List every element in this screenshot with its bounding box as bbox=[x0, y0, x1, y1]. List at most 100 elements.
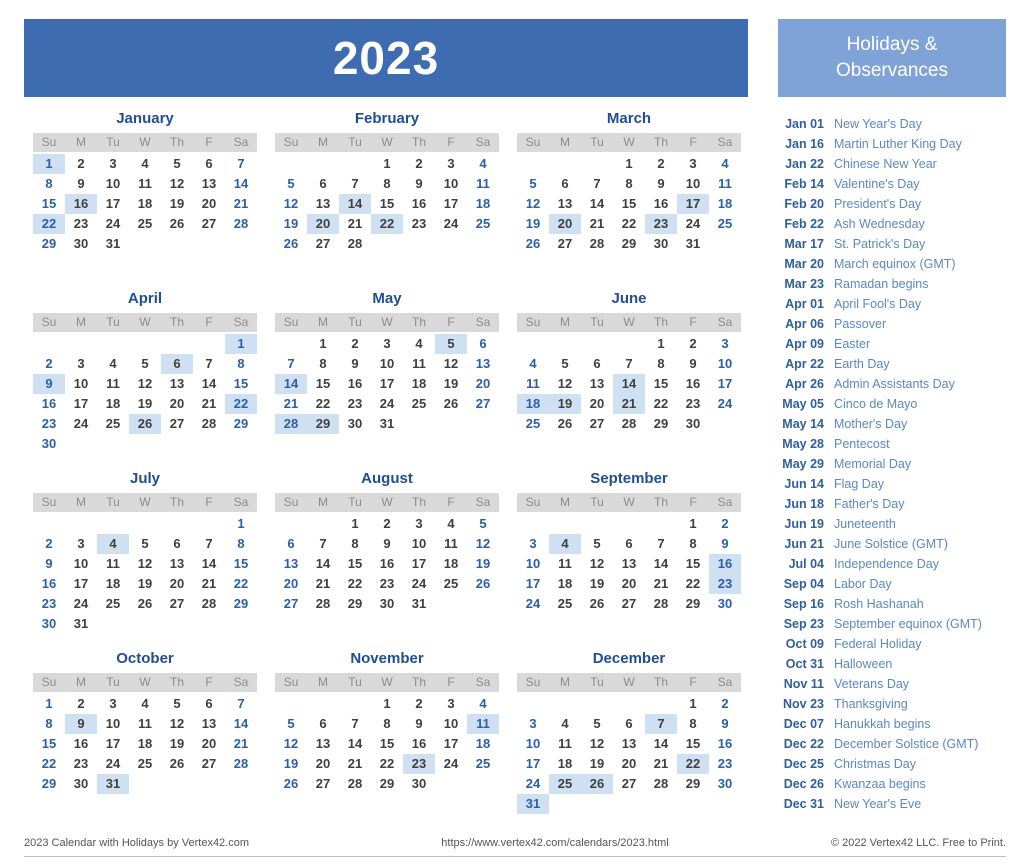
day-cell[interactable]: 21 bbox=[193, 394, 225, 414]
day-cell[interactable]: 30 bbox=[65, 234, 97, 254]
day-cell[interactable]: 1 bbox=[225, 514, 257, 534]
day-cell[interactable]: 7 bbox=[339, 174, 371, 194]
day-cell-holiday[interactable]: 26 bbox=[129, 414, 161, 434]
day-cell[interactable]: 6 bbox=[307, 174, 339, 194]
day-cell[interactable]: 28 bbox=[225, 214, 257, 234]
day-cell[interactable]: 5 bbox=[517, 174, 549, 194]
day-cell-holiday[interactable]: 14 bbox=[613, 374, 645, 394]
day-cell[interactable]: 1 bbox=[371, 694, 403, 714]
day-cell[interactable]: 22 bbox=[225, 574, 257, 594]
day-cell[interactable]: 22 bbox=[307, 394, 339, 414]
day-cell[interactable]: 3 bbox=[677, 154, 709, 174]
day-cell[interactable]: 22 bbox=[677, 574, 709, 594]
day-cell[interactable]: 23 bbox=[403, 214, 435, 234]
day-cell[interactable]: 14 bbox=[645, 554, 677, 574]
day-cell[interactable]: 27 bbox=[467, 394, 499, 414]
day-cell[interactable]: 21 bbox=[339, 214, 371, 234]
day-cell[interactable]: 17 bbox=[435, 734, 467, 754]
day-cell-holiday[interactable]: 4 bbox=[97, 534, 129, 554]
day-cell[interactable]: 21 bbox=[645, 754, 677, 774]
day-cell-holiday[interactable]: 9 bbox=[33, 374, 65, 394]
day-cell[interactable]: 5 bbox=[467, 514, 499, 534]
day-cell-holiday[interactable]: 29 bbox=[307, 414, 339, 434]
day-cell[interactable]: 23 bbox=[33, 414, 65, 434]
day-cell[interactable]: 19 bbox=[581, 574, 613, 594]
day-cell[interactable]: 4 bbox=[129, 694, 161, 714]
day-cell[interactable]: 1 bbox=[339, 514, 371, 534]
day-cell[interactable]: 24 bbox=[97, 214, 129, 234]
day-cell[interactable]: 9 bbox=[65, 174, 97, 194]
day-cell[interactable]: 23 bbox=[65, 754, 97, 774]
day-cell-holiday[interactable]: 26 bbox=[581, 774, 613, 794]
day-cell[interactable]: 31 bbox=[97, 234, 129, 254]
day-cell[interactable]: 13 bbox=[307, 734, 339, 754]
day-cell[interactable]: 20 bbox=[613, 574, 645, 594]
day-cell[interactable]: 10 bbox=[65, 554, 97, 574]
day-cell[interactable]: 24 bbox=[65, 414, 97, 434]
day-cell[interactable]: 21 bbox=[307, 574, 339, 594]
day-cell[interactable]: 1 bbox=[677, 514, 709, 534]
holiday-list-item[interactable]: Jan 16 Martin Luther King Day bbox=[778, 134, 1014, 154]
day-cell[interactable]: 9 bbox=[709, 534, 741, 554]
day-cell-holiday[interactable]: 19 bbox=[549, 394, 581, 414]
day-cell[interactable]: 15 bbox=[225, 374, 257, 394]
day-cell[interactable]: 31 bbox=[677, 234, 709, 254]
day-cell[interactable]: 18 bbox=[549, 574, 581, 594]
day-cell-holiday[interactable]: 21 bbox=[613, 394, 645, 414]
day-cell[interactable]: 17 bbox=[97, 734, 129, 754]
holiday-list-item[interactable]: Jan 01 New Year's Day bbox=[778, 114, 1014, 134]
day-cell[interactable]: 19 bbox=[467, 554, 499, 574]
day-cell[interactable]: 27 bbox=[193, 214, 225, 234]
day-cell[interactable]: 18 bbox=[435, 554, 467, 574]
day-cell[interactable]: 27 bbox=[613, 594, 645, 614]
holiday-list-item[interactable]: May 05 Cinco de Mayo bbox=[778, 394, 1014, 414]
day-cell-holiday[interactable]: 9 bbox=[65, 714, 97, 734]
day-cell[interactable]: 10 bbox=[435, 174, 467, 194]
day-cell[interactable]: 10 bbox=[677, 174, 709, 194]
day-cell[interactable]: 5 bbox=[581, 714, 613, 734]
day-cell[interactable]: 2 bbox=[371, 514, 403, 534]
day-cell[interactable]: 10 bbox=[97, 714, 129, 734]
day-cell[interactable]: 2 bbox=[709, 694, 741, 714]
day-cell[interactable]: 28 bbox=[225, 754, 257, 774]
day-cell[interactable]: 25 bbox=[435, 574, 467, 594]
day-cell[interactable]: 26 bbox=[129, 594, 161, 614]
day-cell[interactable]: 17 bbox=[517, 574, 549, 594]
day-cell[interactable]: 26 bbox=[161, 214, 193, 234]
day-cell[interactable]: 17 bbox=[371, 374, 403, 394]
day-cell[interactable]: 18 bbox=[129, 734, 161, 754]
day-cell[interactable]: 25 bbox=[467, 214, 499, 234]
day-cell[interactable]: 25 bbox=[709, 214, 741, 234]
day-cell[interactable]: 10 bbox=[65, 374, 97, 394]
day-cell[interactable]: 2 bbox=[645, 154, 677, 174]
day-cell[interactable]: 8 bbox=[371, 174, 403, 194]
day-cell[interactable]: 22 bbox=[613, 214, 645, 234]
day-cell[interactable]: 29 bbox=[225, 414, 257, 434]
day-cell-holiday[interactable]: 23 bbox=[709, 574, 741, 594]
day-cell[interactable]: 16 bbox=[33, 574, 65, 594]
day-cell[interactable]: 25 bbox=[549, 594, 581, 614]
day-cell-holiday[interactable]: 31 bbox=[97, 774, 129, 794]
day-cell[interactable]: 21 bbox=[339, 754, 371, 774]
day-cell[interactable]: 29 bbox=[613, 234, 645, 254]
holiday-list-item[interactable]: Apr 22 Earth Day bbox=[778, 354, 1014, 374]
day-cell[interactable]: 30 bbox=[645, 234, 677, 254]
day-cell[interactable]: 8 bbox=[307, 354, 339, 374]
day-cell[interactable]: 17 bbox=[97, 194, 129, 214]
day-cell-holiday[interactable]: 22 bbox=[677, 754, 709, 774]
day-cell[interactable]: 25 bbox=[97, 414, 129, 434]
day-cell[interactable]: 13 bbox=[467, 354, 499, 374]
day-cell[interactable]: 24 bbox=[709, 394, 741, 414]
day-cell[interactable]: 11 bbox=[467, 174, 499, 194]
day-cell[interactable]: 31 bbox=[65, 614, 97, 634]
day-cell-holiday[interactable]: 25 bbox=[549, 774, 581, 794]
day-cell[interactable]: 7 bbox=[645, 534, 677, 554]
day-cell[interactable]: 18 bbox=[97, 574, 129, 594]
day-cell[interactable]: 9 bbox=[645, 174, 677, 194]
holiday-list-item[interactable]: Sep 23 September equinox (GMT) bbox=[778, 614, 1014, 634]
day-cell[interactable]: 3 bbox=[709, 334, 741, 354]
day-cell[interactable]: 3 bbox=[65, 354, 97, 374]
day-cell-holiday[interactable]: 20 bbox=[307, 214, 339, 234]
day-cell[interactable]: 20 bbox=[161, 574, 193, 594]
day-cell[interactable]: 4 bbox=[129, 154, 161, 174]
